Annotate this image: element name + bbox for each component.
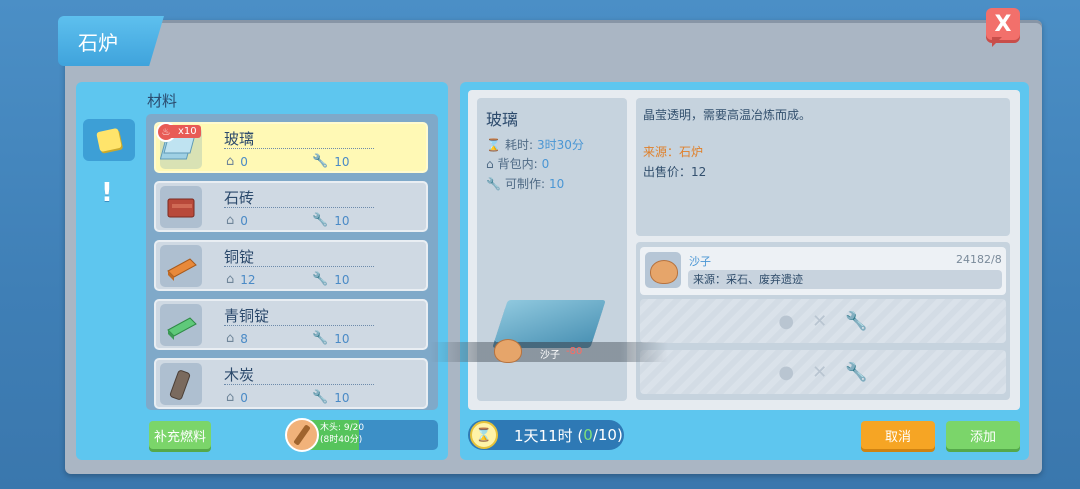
wrench-icon: 🔧 [312,272,329,287]
apple-icon: ● [778,361,795,383]
copper-ingot-icon [160,245,202,287]
consume-name: 沙子 [540,350,560,361]
wrench-icon: 🔧 [312,213,329,228]
material-name: 沙子 [689,255,711,268]
wood-icon [285,418,319,452]
bag-count: ⌂ 0 [226,213,248,228]
charcoal-icon [160,363,202,405]
craftable-count: 🔧 10 [312,331,350,346]
empty-material-slot: ● ✕ 🔧 [640,350,1006,394]
craftable-count: 🔧 10 [312,272,350,287]
sand-icon [645,252,681,288]
window-title: 石炉 [58,16,164,66]
item-name: 木炭 [224,366,255,384]
close-button[interactable]: X [986,8,1020,47]
craftable-count: 🔧 10 [312,390,350,405]
bag-icon: ⌂ [226,331,235,346]
wrench-icon: 🔧 [845,310,868,332]
material-list[interactable]: ♨ x10 玻璃 ⌂ 0 🔧 10 石砖 ⌂ 0 🔧 10 铜锭 ⌂ 12 🔧 10 青铜锭… [146,114,438,410]
item-name: 青铜锭 [224,307,270,325]
fuel-time: (8时40分) [320,435,363,445]
add-button[interactable]: 添加 [946,421,1020,449]
wrench-icon: 🔧 [312,154,329,169]
bag-icon: ⌂ [226,213,235,228]
bag-icon: ⌂ [226,390,235,405]
list-item[interactable]: 青铜锭 ⌂ 8 🔧 10 [154,299,428,350]
bag-count: ⌂ 0 [226,390,248,405]
hourglass-icon: ⌛ [470,421,498,449]
bag-count: ⌂ 8 [226,331,248,346]
wrench-icon: 🔧 [312,331,329,346]
craft-time: ⌛ 耗时: 3时30分 [486,137,584,153]
craftable-count: 🔧 10 [312,213,350,228]
item-name: 铜锭 [224,248,255,266]
list-item[interactable]: 铜锭 ⌂ 12 🔧 10 [154,240,428,291]
empty-material-slot: ● ✕ 🔧 [640,299,1006,343]
cross-icon: ✕ [812,361,828,383]
refuel-button[interactable]: 补充燃料 [149,421,211,449]
list-item[interactable]: ♨ x10 玻璃 ⌂ 0 🔧 10 [154,122,428,173]
note-icon [96,127,122,153]
exclamation-icon[interactable]: ! [101,178,113,208]
brick-icon [160,186,202,228]
glass-large-icon [494,300,606,342]
bag-icon: ⌂ [226,272,235,287]
apple-icon: ● [778,310,795,332]
cancel-button[interactable]: 取消 [861,421,935,449]
wrench-icon: 🔧 [845,361,868,383]
fuel-amount: 木头: 9/20 [320,423,365,433]
wrench-icon: 🔧 [312,390,329,405]
detail-title: 玻璃 [486,110,519,129]
item-name: 玻璃 [224,130,255,148]
consume-delta: -80 [566,346,583,357]
bag-icon: ⌂ [226,154,235,169]
bag-icon: ⌂ [486,156,494,171]
craftable-amount: 🔧 可制作: 10 [486,176,565,192]
material-count: 24182/8 [956,253,1002,266]
wrench-icon: 🔧 [486,176,501,191]
list-item[interactable]: 木炭 ⌂ 0 🔧 10 [154,358,428,409]
bag-count: ⌂ 12 [226,272,256,287]
item-name: 石砖 [224,189,255,207]
section-label: 材料 [147,92,178,110]
material-source: 来源：采石、废弃遗迹 [688,270,1002,289]
description-text: 晶莹透明，需要高温冶炼而成。 [643,108,812,122]
hourglass-icon: ⌛ [486,137,501,152]
quantity-badge: ♨ x10 [156,122,206,142]
list-item[interactable]: 石砖 ⌂ 0 🔧 10 [154,181,428,232]
tab-materials[interactable] [83,119,135,161]
bronze-ingot-icon [160,304,202,346]
sand-icon [494,339,522,363]
craftable-count: 🔧 10 [312,154,350,169]
bag-amount: ⌂ 背包内: 0 [486,156,550,172]
cross-icon: ✕ [812,310,828,332]
price-text: 出售价：12 [643,165,707,179]
source-text: 来源：石炉 [643,145,704,159]
bag-count: ⌂ 0 [226,154,248,169]
